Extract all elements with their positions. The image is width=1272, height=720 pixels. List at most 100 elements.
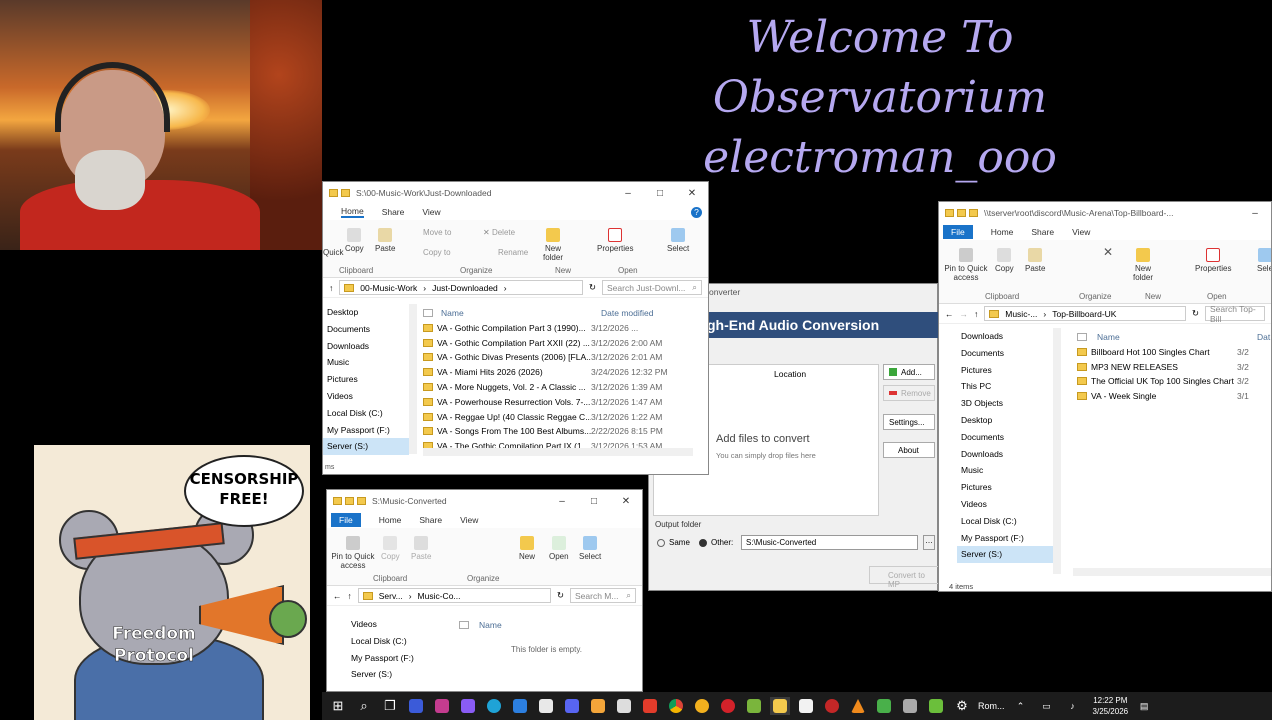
search-input[interactable]: Search Just-Downl... ⌕ [602,280,702,295]
tab-file[interactable]: File [331,513,361,527]
nav-item[interactable]: Downloads [323,338,409,355]
nav-item[interactable]: This PC [957,378,1057,395]
address-bar[interactable]: Music-... › Top-Billboard-UK [984,306,1186,321]
file-row[interactable]: VA - Miami Hits 2026 (2026) 3/24/2026 12:… [423,365,708,380]
nav-item[interactable]: Desktop [323,304,409,321]
nav-item[interactable]: Pictures [957,362,1057,379]
tray-chevron-icon[interactable]: ⌃ [1011,697,1031,715]
horizontal-scrollbar[interactable] [1073,568,1271,576]
discord-icon[interactable] [562,697,582,715]
app-icon[interactable] [510,697,530,715]
app-icon[interactable] [588,697,608,715]
select-button[interactable]: Sele [1257,248,1271,273]
breadcrumb-part[interactable]: Music-Co... [418,591,461,601]
minimize-button[interactable]: – [546,496,578,507]
breadcrumb-part[interactable]: Top-Billboard-UK [1052,309,1116,319]
tab-share[interactable]: Share [382,207,405,217]
close-button[interactable]: ✕ [610,496,642,507]
up-arrow-icon[interactable]: ↑ [329,283,333,293]
app-icon[interactable] [822,697,842,715]
address-bar[interactable]: 00-Music-Work › Just-Downloaded › [339,280,583,295]
breadcrumb-part[interactable]: 00-Music-Work [360,283,417,293]
app-icon[interactable] [900,697,920,715]
same-radio[interactable]: Same [657,538,690,547]
name-column-header[interactable]: Name [441,306,601,321]
file-row[interactable]: VA - Reggae Up! (40 Classic Reggae C... 3… [423,410,708,425]
nav-item[interactable]: Server (S:) [347,666,447,683]
breadcrumb-part[interactable]: Just-Downloaded [432,283,498,293]
maximize-button[interactable]: □ [644,188,676,199]
refresh-icon[interactable]: ↻ [1192,308,1199,319]
browse-button[interactable]: … [923,535,935,550]
about-button[interactable]: About [883,442,935,458]
notifications-icon[interactable]: ▤ [1134,697,1154,715]
address-bar[interactable]: Serv... › Music-Co... [357,588,551,603]
nav-item[interactable]: Videos [347,616,447,633]
nav-item[interactable]: Pictures [323,371,409,388]
forward-arrow-icon[interactable]: → [960,309,969,319]
app-icon[interactable] [614,697,634,715]
add-button[interactable]: Add... [883,364,935,380]
properties-button[interactable]: Properties [1195,248,1231,273]
nav-scrollbar[interactable] [409,304,417,454]
nav-item[interactable]: Desktop [957,412,1057,429]
tab-home[interactable]: Home [379,515,402,525]
tab-view[interactable]: View [460,515,478,525]
copy-button[interactable]: Copy [345,228,364,253]
paste-button[interactable]: Paste [1025,248,1045,273]
file-row[interactable]: VA - More Nuggets, Vol. 2 - A Classic ..… [423,380,708,395]
nav-item[interactable]: Pictures [957,479,1057,496]
file-row[interactable]: VA - Songs From The 100 Best Albums... 2/… [423,424,708,439]
language-indicator[interactable]: Rom... [978,701,1005,711]
task-view-icon[interactable]: ❐ [380,697,400,715]
paste-button[interactable]: Paste [375,228,395,253]
file-row[interactable]: VA - Gothic Compilation Part XXII (22) .… [423,336,708,351]
minimize-button[interactable]: – [1239,208,1271,219]
tab-home[interactable]: Home [991,227,1014,237]
app-icon[interactable] [406,697,426,715]
minimize-button[interactable]: – [612,188,644,199]
back-arrow-icon[interactable]: ← [333,591,342,601]
file-row[interactable]: The Official UK Top 100 Singles Chart 3/2 [1077,374,1271,389]
app-icon[interactable] [458,697,478,715]
settings-icon[interactable]: ⚙ [952,697,972,715]
settings-button[interactable]: Settings... [883,414,935,430]
paste-button[interactable]: Paste [411,536,431,561]
tab-view[interactable]: View [422,207,440,217]
file-row[interactable]: VA - Gothic Compilation Part 3 (1990)...… [423,321,708,336]
delete-button[interactable]: ✕ Delete [483,228,515,237]
nav-item[interactable]: Local Disk (C:) [347,633,447,650]
chrome-icon[interactable] [666,697,686,715]
nav-item[interactable]: Local Disk (C:) [957,513,1057,530]
nav-item[interactable]: 3D Objects [957,395,1057,412]
date-column-header[interactable]: Dat [1257,330,1270,345]
nav-item[interactable]: Documents [957,429,1057,446]
search-input[interactable]: Search M... ⌕ [570,588,636,603]
breadcrumb-part[interactable]: Serv... [379,591,403,601]
breadcrumb-part[interactable]: Music-... [1005,309,1037,319]
move-to-button[interactable]: Move to [423,228,451,237]
search-icon[interactable]: ⌕ [354,697,374,715]
remove-button[interactable]: Remove [883,385,935,401]
close-button[interactable]: ✕ [676,188,708,199]
convert-button[interactable]: Convert to MP [869,566,939,589]
nav-item[interactable]: Server (S:) [957,546,1057,564]
nav-item[interactable]: Local Disk (C:) [323,405,409,422]
nav-item[interactable]: Music [957,462,1057,479]
name-column-header[interactable]: Name [479,618,502,633]
file-row[interactable]: VA - Gothic Divas Presents (2006) [FLA..… [423,350,708,365]
new-folder-button[interactable]: New folder [541,228,565,262]
nav-item[interactable]: My Passport (F:) [957,530,1057,547]
name-column-header[interactable]: Name [1097,330,1257,345]
app-icon[interactable] [874,697,894,715]
nav-item[interactable]: Documents [957,345,1057,362]
nav-item[interactable]: Downloads [957,328,1057,345]
checkbox-icon[interactable] [1077,333,1087,341]
pin-quick-access-button[interactable]: Quick [323,248,343,257]
file-row[interactable]: MP3 NEW RELEASES 3/2 [1077,360,1271,375]
new-button[interactable]: New [519,536,535,561]
refresh-icon[interactable]: ↻ [589,282,596,293]
refresh-icon[interactable]: ↻ [557,590,564,601]
delete-button[interactable]: ✕ [1103,246,1113,258]
date-column-header[interactable]: Date modified [601,306,653,321]
